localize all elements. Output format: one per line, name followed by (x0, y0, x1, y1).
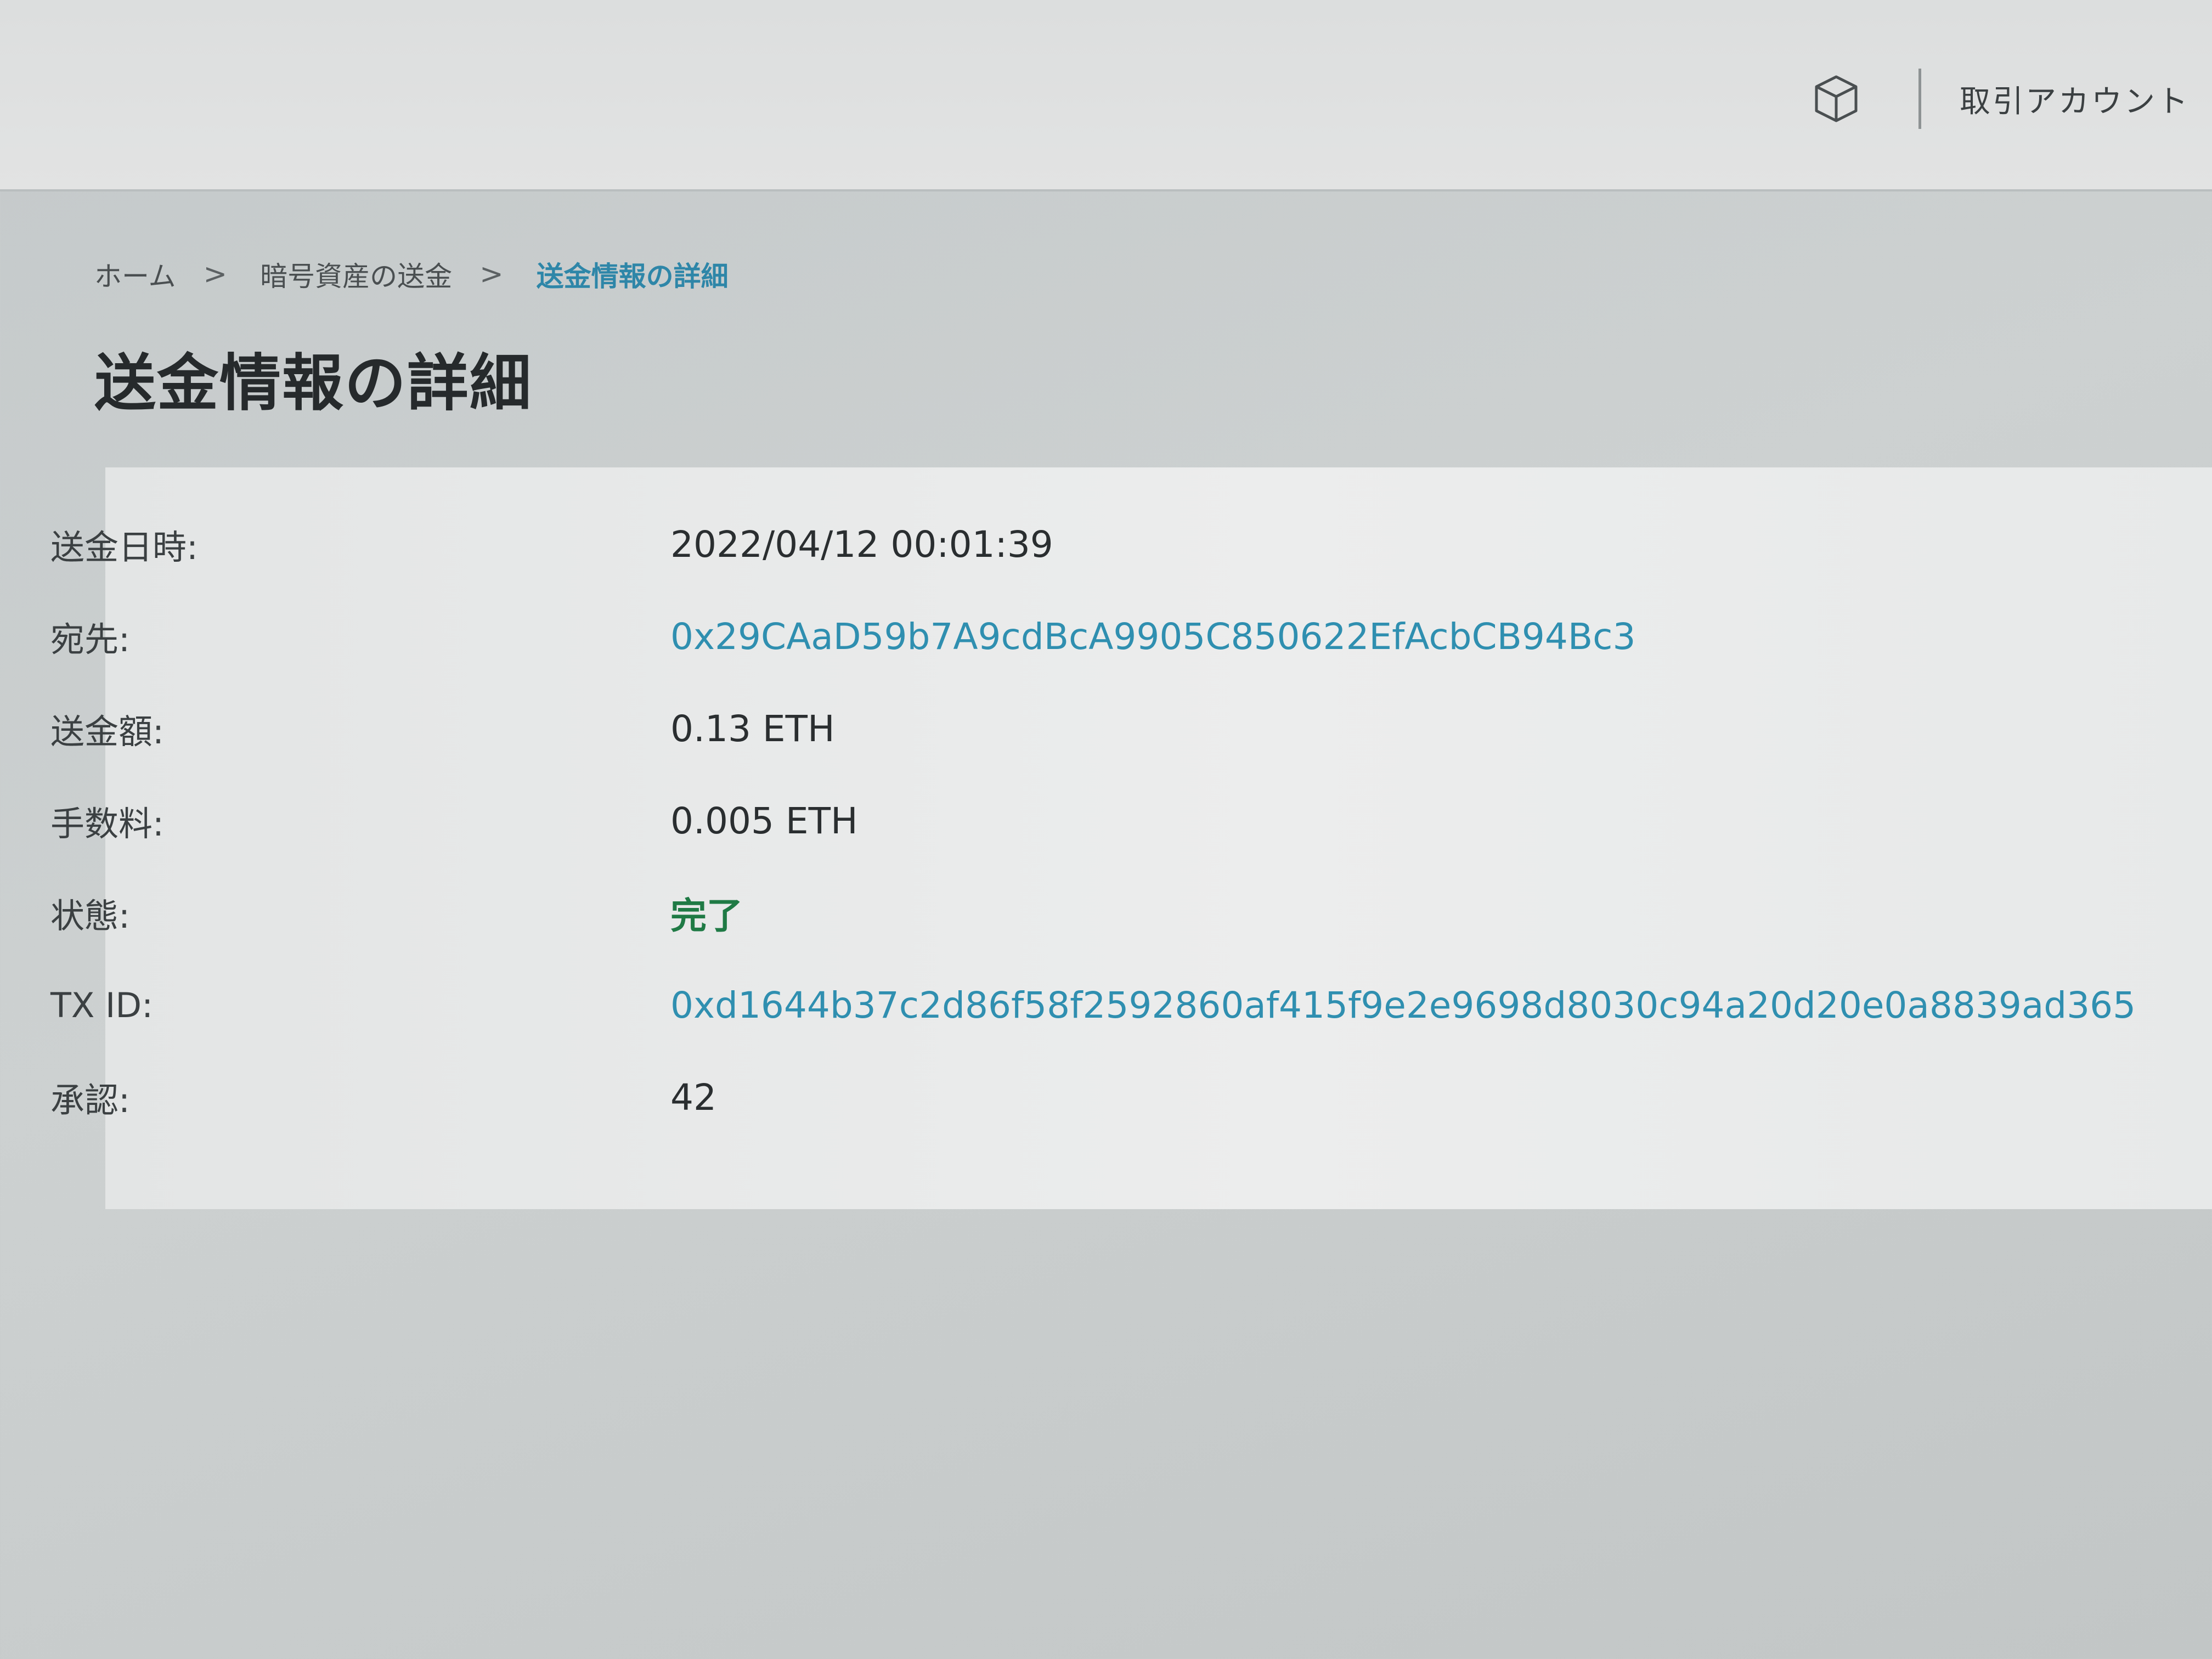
detail-label: 宛先: (50, 619, 130, 659)
detail-row-destination: 宛先: 0x29CAaD59b7A9cdBcA9905C850622EfAcbC… (0, 598, 2212, 675)
detail-label: 状態: (50, 896, 130, 936)
transfer-datetime-value: 2022/04/12 00:01:39 (670, 523, 1053, 566)
detail-label: 送金額: (50, 712, 164, 752)
top-bar-divider (1918, 69, 1921, 129)
page-title: 送金情報の詳細 (94, 348, 532, 419)
tx-id-link[interactable]: 0xd1644b37c2d86f58f2592860af415f9e2e9698… (670, 984, 2136, 1026)
confirmations-value: 42 (670, 1076, 716, 1119)
detail-row-fee: 手数料: 0.005 ETH (0, 782, 2212, 859)
cube-icon[interactable] (1806, 69, 1866, 129)
trading-account-link[interactable]: 取引アカウント (1960, 77, 2212, 121)
breadcrumb-current: 送金情報の詳細 (536, 261, 729, 292)
transfer-amount-value: 0.13 ETH (670, 707, 835, 750)
detail-label: 承認: (50, 1080, 130, 1120)
detail-label: 手数料: (50, 804, 164, 844)
breadcrumb-separator: > (479, 258, 504, 291)
detail-row-status: 状態: 完了 (0, 874, 2212, 951)
detail-label: TX ID: (50, 985, 153, 1025)
destination-address-link[interactable]: 0x29CAaD59b7A9cdBcA9905C850622EfAcbCB94B… (670, 616, 1635, 658)
top-bar: 取引アカウント (0, 0, 2212, 191)
breadcrumb-home[interactable]: ホーム (94, 255, 176, 294)
breadcrumb-separator: > (203, 258, 228, 291)
breadcrumb: ホーム > 暗号資産の送金 > 送金情報の詳細 (94, 255, 729, 294)
fee-value: 0.005 ETH (670, 799, 858, 842)
detail-label: 送金日時: (50, 527, 198, 567)
detail-row-confirmations: 承認: 42 (0, 1059, 2212, 1136)
detail-row-txid: TX ID: 0xd1644b37c2d86f58f2592860af415f9… (0, 967, 2212, 1043)
top-bar-right: 取引アカウント (1806, 60, 2212, 137)
detail-row-datetime: 送金日時: 2022/04/12 00:01:39 (0, 506, 2212, 583)
detail-row-amount: 送金額: 0.13 ETH (0, 690, 2212, 767)
breadcrumb-crypto-send[interactable]: 暗号資産の送金 (260, 255, 452, 294)
status-value: 完了 (670, 895, 743, 937)
